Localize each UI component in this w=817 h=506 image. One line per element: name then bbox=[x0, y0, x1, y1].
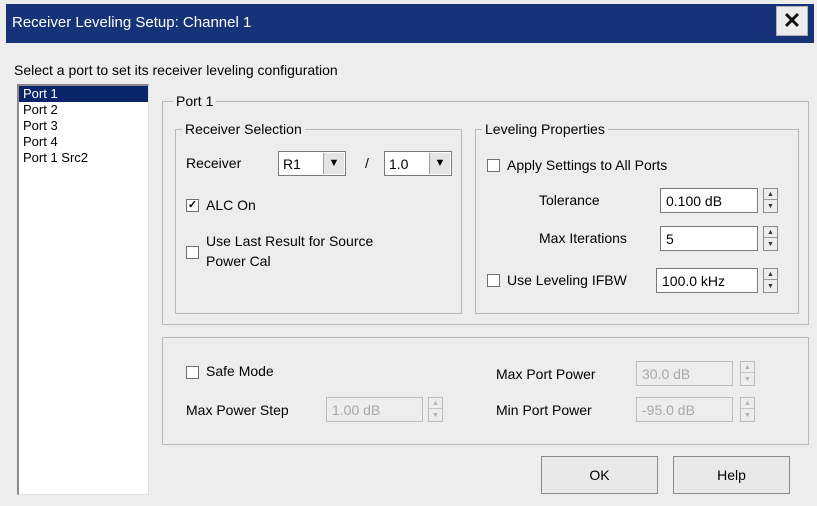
chevron-down-icon[interactable]: ▼ bbox=[429, 153, 450, 174]
leveling-ifbw-input[interactable]: 100.0 kHz bbox=[656, 268, 758, 293]
window-title: Receiver Leveling Setup: Channel 1 bbox=[12, 14, 252, 31]
ratio-select-value: 1.0 bbox=[389, 156, 409, 172]
spin-down-icon: ▼ bbox=[744, 412, 751, 419]
spin-up-icon[interactable]: ▲ bbox=[764, 189, 777, 200]
receiver-leveling-dialog: Receiver Leveling Setup: Channel 1 ✕ Sel… bbox=[0, 0, 817, 506]
use-last-result-label-line1[interactable]: Use Last Result for Source bbox=[206, 233, 373, 249]
max-power-step-input: 1.00 dB bbox=[326, 397, 423, 422]
spin-up-icon: ▲ bbox=[741, 398, 754, 409]
help-button[interactable]: Help bbox=[673, 456, 790, 494]
use-leveling-ifbw-checkbox[interactable] bbox=[487, 274, 500, 287]
max-port-power-input: 30.0 dB bbox=[636, 361, 733, 386]
max-iterations-input[interactable]: 5 bbox=[660, 226, 758, 251]
spin-down-icon[interactable]: ▼ bbox=[764, 281, 777, 292]
receiver-select-value: R1 bbox=[283, 156, 301, 172]
spin-down-icon: ▼ bbox=[432, 412, 439, 419]
max-iterations-value: 5 bbox=[666, 231, 674, 247]
leveling-ifbw-value: 100.0 kHz bbox=[662, 273, 726, 289]
min-port-power-value: -95.0 dB bbox=[642, 402, 695, 418]
tolerance-label: Tolerance bbox=[539, 192, 600, 208]
tolerance-spinner[interactable]: ▲ ▼ bbox=[763, 188, 778, 213]
leveling-properties-title: Leveling Properties bbox=[482, 121, 608, 137]
title-bar[interactable]: Receiver Leveling Setup: Channel 1 bbox=[6, 4, 814, 43]
max-power-step-label: Max Power Step bbox=[186, 402, 289, 418]
spin-down-icon[interactable]: ▼ bbox=[764, 201, 777, 212]
port-list-item-port-2[interactable]: Port 2 bbox=[19, 102, 148, 118]
spin-up-icon[interactable]: ▲ bbox=[764, 269, 777, 280]
ratio-select[interactable]: 1.0 ▼ bbox=[384, 151, 452, 176]
port-list-item-port-1[interactable]: Port 1 bbox=[19, 86, 148, 102]
port-list-item-port-1-src2[interactable]: Port 1 Src2 bbox=[19, 150, 148, 166]
max-port-power-value: 30.0 dB bbox=[642, 366, 691, 382]
safe-mode-checkbox[interactable] bbox=[186, 366, 199, 379]
apply-all-ports-label[interactable]: Apply Settings to All Ports bbox=[507, 157, 667, 173]
port-group-title: Port 1 bbox=[173, 93, 217, 109]
min-port-power-spinner: ▲ ▼ bbox=[740, 397, 755, 422]
max-power-step-spinner: ▲ ▼ bbox=[428, 397, 443, 422]
close-button[interactable]: ✕ bbox=[776, 6, 808, 36]
safe-mode-label[interactable]: Safe Mode bbox=[206, 363, 274, 379]
port-list[interactable]: Port 1 Port 2 Port 3 Port 4 Port 1 Src2 bbox=[17, 84, 149, 495]
spin-up-icon[interactable]: ▲ bbox=[764, 227, 777, 238]
spin-down-icon[interactable]: ▼ bbox=[764, 239, 777, 250]
port-list-item-port-3[interactable]: Port 3 bbox=[19, 118, 148, 134]
instruction-text: Select a port to set its receiver leveli… bbox=[14, 62, 338, 78]
max-iterations-label: Max Iterations bbox=[539, 230, 627, 246]
spin-up-icon: ▲ bbox=[741, 362, 754, 373]
max-iterations-spinner[interactable]: ▲ ▼ bbox=[763, 226, 778, 251]
chevron-down-icon[interactable]: ▼ bbox=[323, 153, 344, 174]
tolerance-input[interactable]: 0.100 dB bbox=[660, 188, 758, 213]
max-power-step-value: 1.00 dB bbox=[332, 402, 381, 418]
ratio-divider: / bbox=[365, 155, 369, 171]
receiver-select[interactable]: R1 ▼ bbox=[278, 151, 346, 176]
max-port-power-label: Max Port Power bbox=[496, 366, 596, 382]
apply-all-ports-checkbox[interactable] bbox=[487, 159, 500, 172]
alc-on-checkbox[interactable]: ✓ bbox=[186, 199, 199, 212]
tolerance-value: 0.100 dB bbox=[666, 193, 723, 209]
ok-button[interactable]: OK bbox=[541, 456, 658, 494]
use-last-result-label-line2[interactable]: Power Cal bbox=[206, 253, 271, 269]
spin-down-icon: ▼ bbox=[744, 376, 751, 383]
port-list-item-port-4[interactable]: Port 4 bbox=[19, 134, 148, 150]
receiver-label: Receiver bbox=[186, 155, 242, 171]
receiver-selection-title: Receiver Selection bbox=[182, 121, 305, 137]
use-leveling-ifbw-label[interactable]: Use Leveling IFBW bbox=[507, 272, 627, 288]
spin-up-icon: ▲ bbox=[429, 398, 442, 409]
use-last-result-checkbox[interactable] bbox=[186, 246, 199, 259]
max-port-power-spinner: ▲ ▼ bbox=[740, 361, 755, 386]
leveling-ifbw-spinner[interactable]: ▲ ▼ bbox=[763, 268, 778, 293]
alc-on-label[interactable]: ALC On bbox=[206, 197, 256, 213]
min-port-power-label: Min Port Power bbox=[496, 402, 592, 418]
safe-mode-groupbox bbox=[162, 337, 809, 445]
min-port-power-input: -95.0 dB bbox=[636, 397, 733, 422]
